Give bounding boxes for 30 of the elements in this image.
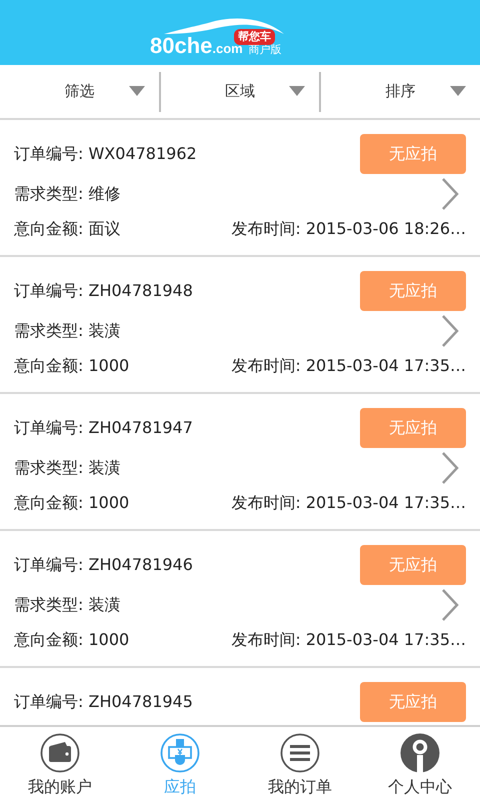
chevron-right-icon — [440, 314, 460, 348]
intended-amount: 意向金额: 1000 — [14, 630, 130, 650]
dropdown-arrow-icon — [128, 86, 145, 96]
publish-time: 发布时间: 2015-03-04 17:35… — [231, 630, 466, 650]
logo-badge: 帮您车 — [234, 29, 275, 45]
order-number: 订单编号: ZH04781947 — [14, 418, 193, 438]
order-number: 订单编号: ZH04781946 — [14, 554, 193, 576]
list-icon — [280, 733, 320, 773]
publish-time: 发布时间: 2015-03-04 17:35… — [231, 356, 466, 376]
demand-type: 需求类型: 装潢 — [14, 320, 120, 342]
chevron-right-icon — [440, 177, 460, 211]
demand-type: 需求类型: 维修 — [14, 184, 120, 204]
publish-time: 发布时间: 2015-03-06 18:26… — [231, 218, 466, 240]
dropdown-arrow-icon — [450, 86, 466, 96]
intended-amount: 意向金额: 1000 — [14, 356, 130, 376]
order-number: 订单编号: ZH04781945 — [14, 692, 193, 712]
order-number: 订单编号: WX04781962 — [14, 144, 197, 164]
publish-time: 发布时间: 2015-03-04 17:35… — [231, 492, 466, 514]
intended-amount: 意向金额: 面议 — [14, 218, 120, 240]
demand-type: 需求类型: 装潢 — [14, 458, 120, 478]
person-icon — [400, 733, 440, 773]
logo-text: 80che — [150, 35, 212, 57]
dropdown-arrow-icon — [289, 86, 306, 96]
intended-amount: 意向金额: 1000 — [14, 492, 130, 514]
demand-type: 需求类型: 装潢 — [14, 594, 120, 616]
chevron-right-icon — [440, 451, 460, 485]
order-number: 订单编号: ZH04781948 — [14, 280, 193, 302]
chevron-right-icon — [440, 588, 460, 622]
wallet-icon — [40, 733, 80, 773]
hand-money-icon — [160, 733, 200, 773]
